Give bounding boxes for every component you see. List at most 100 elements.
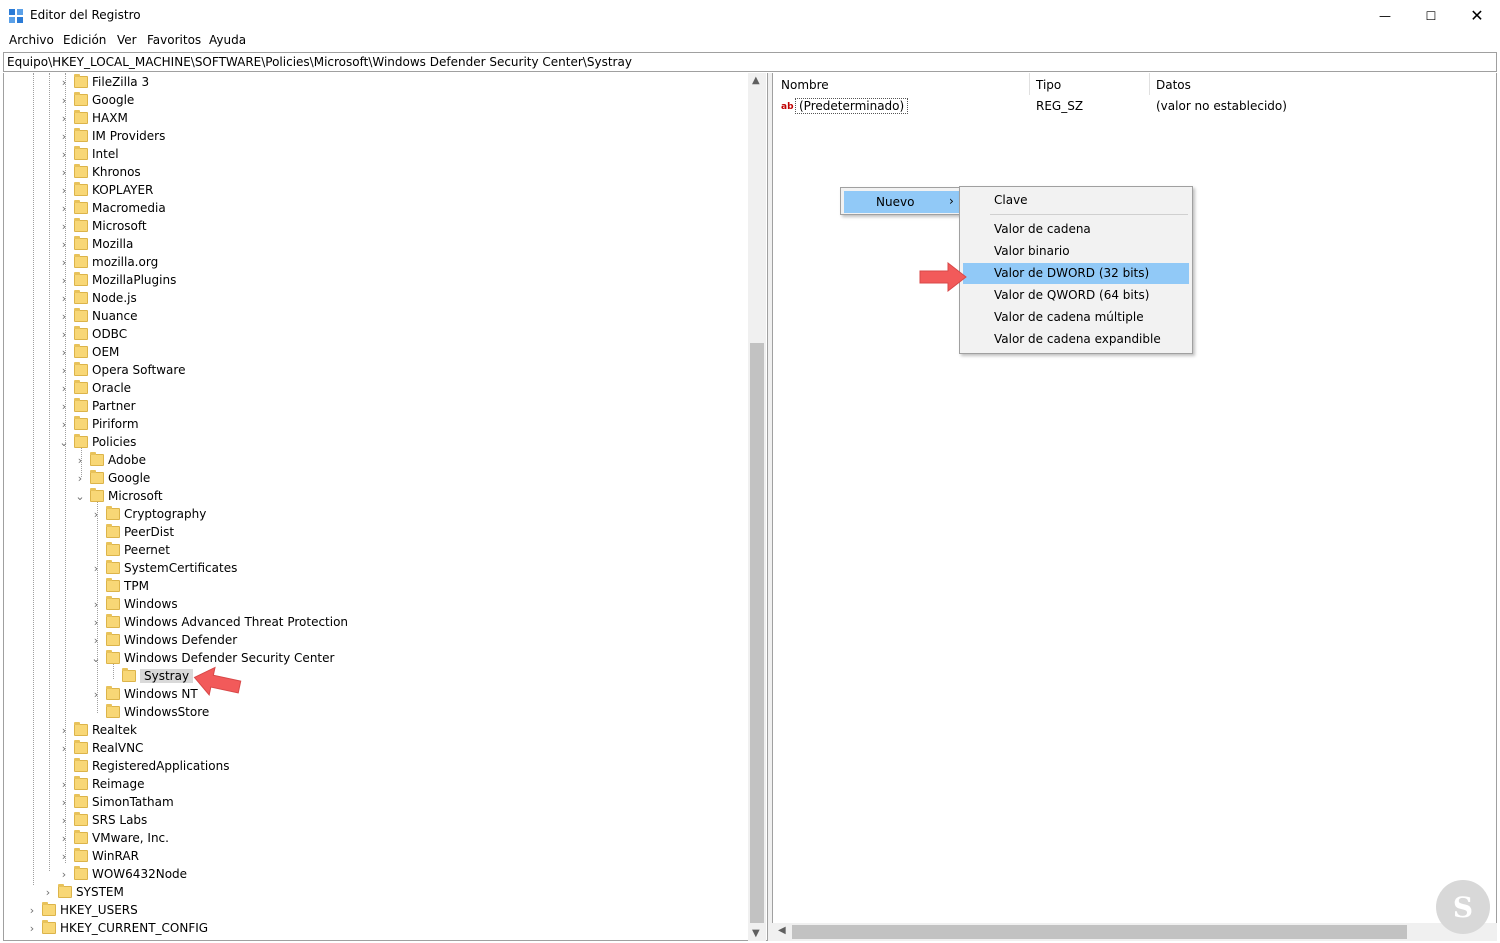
tree-node[interactable]: › Mozilla: [58, 235, 133, 253]
scroll-left-icon[interactable]: ◀: [778, 925, 786, 936]
tree-node[interactable]: › Node.js: [58, 289, 137, 307]
tree-node[interactable]: › IM Providers: [58, 127, 165, 145]
menu-item-valor-cadena[interactable]: Valor de cadena: [963, 219, 1189, 240]
menu-favoritos[interactable]: Favoritos: [146, 33, 202, 47]
tree-node[interactable]: › HAXM: [58, 109, 128, 127]
tree-node[interactable]: › VMware, Inc.: [58, 829, 169, 847]
tree-node[interactable]: › Windows: [90, 595, 178, 613]
chevron-right-icon[interactable]: ›: [58, 94, 70, 107]
tree-node[interactable]: WindowsStore: [90, 703, 209, 721]
tree-node[interactable]: › WinRAR: [58, 847, 139, 865]
menu-item-nuevo[interactable]: Nuevo ›: [844, 191, 960, 213]
tree-node[interactable]: › RealVNC: [58, 739, 143, 757]
scroll-thumb[interactable]: [750, 343, 764, 923]
tree-node[interactable]: › KOPLAYER: [58, 181, 153, 199]
chevron-right-icon[interactable]: ›: [74, 472, 86, 485]
chevron-right-icon[interactable]: ›: [58, 166, 70, 179]
tree-node[interactable]: Systray: [106, 667, 194, 685]
tree-node[interactable]: TPM: [90, 577, 149, 595]
minimize-button[interactable]: —: [1362, 0, 1408, 31]
chevron-right-icon[interactable]: ›: [90, 688, 102, 701]
chevron-right-icon[interactable]: ›: [58, 238, 70, 251]
tree-node[interactable]: › Partner: [58, 397, 136, 415]
chevron-right-icon[interactable]: ›: [58, 778, 70, 791]
chevron-right-icon[interactable]: ›: [58, 382, 70, 395]
chevron-right-icon[interactable]: ›: [58, 148, 70, 161]
chevron-right-icon[interactable]: ›: [58, 202, 70, 215]
tree-node[interactable]: ⌄ Policies: [58, 433, 136, 451]
chevron-right-icon[interactable]: ›: [58, 328, 70, 341]
chevron-right-icon[interactable]: ›: [58, 184, 70, 197]
column-divider[interactable]: [1149, 73, 1150, 95]
chevron-right-icon[interactable]: ›: [90, 508, 102, 521]
chevron-right-icon[interactable]: ›: [74, 454, 86, 467]
maximize-button[interactable]: ☐: [1408, 0, 1454, 31]
tree-node[interactable]: › Windows Defender: [90, 631, 237, 649]
tree-node[interactable]: › Oracle: [58, 379, 131, 397]
chevron-right-icon[interactable]: ›: [58, 292, 70, 305]
chevron-right-icon[interactable]: ›: [90, 598, 102, 611]
close-button[interactable]: ✕: [1454, 0, 1500, 31]
tree-node[interactable]: › mozilla.org: [58, 253, 158, 271]
tree-node[interactable]: › Google: [74, 469, 150, 487]
menu-item-clave[interactable]: Clave: [963, 190, 1189, 211]
tree-node[interactable]: RegisteredApplications: [58, 757, 229, 775]
tree-node[interactable]: › ODBC: [58, 325, 127, 343]
address-bar[interactable]: Equipo\HKEY_LOCAL_MACHINE\SOFTWARE\Polic…: [3, 52, 1497, 72]
tree-node[interactable]: › Cryptography: [90, 505, 206, 523]
chevron-down-icon[interactable]: ⌄: [90, 652, 102, 665]
tree-node[interactable]: › Windows Advanced Threat Protection: [90, 613, 348, 631]
tree-node[interactable]: › HKEY_USERS: [26, 901, 138, 919]
tree-node[interactable]: Peernet: [90, 541, 170, 559]
tree-node[interactable]: › SimonTatham: [58, 793, 174, 811]
menu-archivo[interactable]: Archivo: [8, 33, 55, 47]
chevron-right-icon[interactable]: ›: [90, 616, 102, 629]
chevron-right-icon[interactable]: ›: [58, 832, 70, 845]
chevron-right-icon[interactable]: ›: [58, 868, 70, 881]
tree-node[interactable]: › Nuance: [58, 307, 138, 325]
chevron-right-icon[interactable]: ›: [58, 742, 70, 755]
tree-node[interactable]: › Piriform: [58, 415, 139, 433]
chevron-right-icon[interactable]: ›: [58, 256, 70, 269]
tree-node[interactable]: › Microsoft: [58, 217, 147, 235]
chevron-down-icon[interactable]: ⌄: [58, 436, 70, 449]
tree-node[interactable]: › Khronos: [58, 163, 141, 181]
menu-item-valor-qword[interactable]: Valor de QWORD (64 bits): [963, 285, 1189, 306]
chevron-right-icon[interactable]: ›: [90, 562, 102, 575]
menu-edicion[interactable]: Edición: [62, 33, 107, 47]
tree-node[interactable]: › WOW6432Node: [58, 865, 187, 883]
chevron-right-icon[interactable]: ›: [58, 850, 70, 863]
chevron-right-icon[interactable]: ›: [58, 814, 70, 827]
chevron-right-icon[interactable]: ›: [58, 400, 70, 413]
tree-vertical-scrollbar[interactable]: ▲ ▼: [748, 73, 766, 941]
tree-node[interactable]: › Macromedia: [58, 199, 166, 217]
chevron-right-icon[interactable]: ›: [58, 220, 70, 233]
tree-node[interactable]: › HKEY_CURRENT_CONFIG: [26, 919, 208, 937]
chevron-right-icon[interactable]: ›: [58, 76, 70, 89]
list-horizontal-scrollbar[interactable]: ◀: [772, 923, 1497, 941]
chevron-right-icon[interactable]: ›: [58, 112, 70, 125]
chevron-right-icon[interactable]: ›: [58, 724, 70, 737]
chevron-right-icon[interactable]: ›: [26, 922, 38, 935]
menu-ver[interactable]: Ver: [116, 33, 138, 47]
column-divider[interactable]: [1029, 73, 1030, 95]
tree-node[interactable]: › Realtek: [58, 721, 137, 739]
tree-node[interactable]: PeerDist: [90, 523, 174, 541]
column-header-datos[interactable]: Datos: [1156, 78, 1191, 92]
column-header-tipo[interactable]: Tipo: [1036, 78, 1061, 92]
column-header-nombre[interactable]: Nombre: [781, 78, 829, 92]
chevron-right-icon[interactable]: ›: [26, 904, 38, 917]
tree-node[interactable]: › Intel: [58, 145, 119, 163]
tree-node[interactable]: › Reimage: [58, 775, 145, 793]
tree-node[interactable]: › OEM: [58, 343, 119, 361]
menu-item-valor-binario[interactable]: Valor binario: [963, 241, 1189, 262]
menu-ayuda[interactable]: Ayuda: [208, 33, 247, 47]
tree-node[interactable]: › Windows NT: [90, 685, 198, 703]
tree-node[interactable]: › Google: [58, 91, 134, 109]
menu-item-valor-cadena-multiple[interactable]: Valor de cadena múltiple: [963, 307, 1189, 328]
tree-node[interactable]: › Adobe: [74, 451, 146, 469]
tree-node[interactable]: › FileZilla 3: [58, 73, 149, 91]
chevron-right-icon[interactable]: ›: [58, 796, 70, 809]
chevron-right-icon[interactable]: ›: [58, 130, 70, 143]
tree-node[interactable]: › SystemCertificates: [90, 559, 237, 577]
